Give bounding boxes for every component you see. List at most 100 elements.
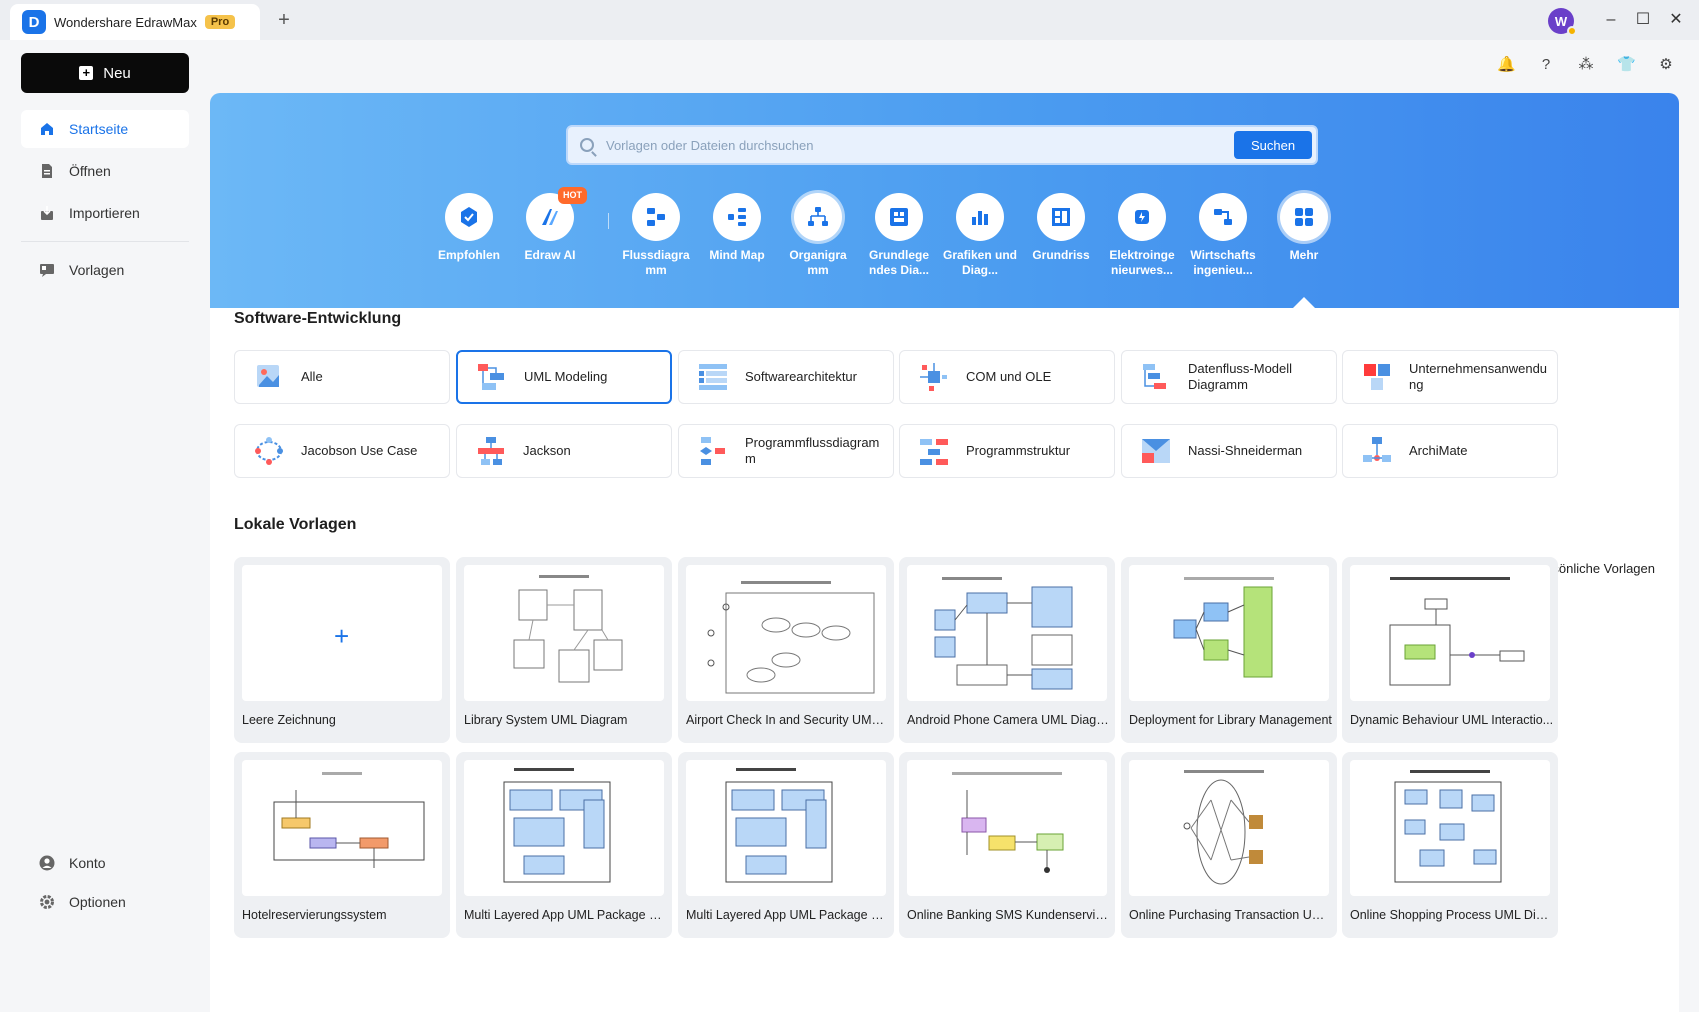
category-elektroingenieurwesen[interactable]: Elektroinge nieurwes... (1102, 193, 1182, 278)
category-wirtschaftsingenieurwesen[interactable]: Wirtschafts ingenieu... (1183, 193, 1263, 278)
template-card[interactable]: Library System UML Diagram (456, 557, 672, 743)
avatar[interactable]: W (1548, 8, 1577, 36)
template-label: Airport Check In and Security UML ... (686, 713, 890, 727)
subcategory-programmflussdiagramm[interactable]: Programmflussdiagram m (678, 424, 894, 478)
archimate-icon (1363, 437, 1391, 462)
subcategory-unternehmensanwendung[interactable]: Unternehmensanwendu ng (1342, 350, 1558, 404)
category-mehr[interactable]: Mehr (1264, 193, 1344, 263)
category-label: Grafiken und Diag... (942, 248, 1017, 277)
subcategory-jacobson-use-case[interactable]: Jacobson Use Case (234, 424, 450, 478)
search-input[interactable] (606, 137, 1234, 153)
subcategory-programmstruktur[interactable]: Programmstruktur (899, 424, 1115, 478)
minimize-button[interactable]: – (1596, 6, 1626, 34)
sidebar-item-optionen[interactable]: Optionen (21, 883, 189, 921)
sidebar-item-oeffnen[interactable]: Öffnen (21, 152, 189, 190)
category-bar: Empfohlen HOT Edraw AI Flussdiagra mm Mi… (210, 187, 1679, 293)
close-button[interactable]: ✕ (1661, 6, 1691, 34)
template-thumbnail (907, 565, 1107, 701)
maximize-button[interactable]: ☐ (1628, 6, 1658, 34)
title-bar: D Wondershare EdrawMax Pro + W – ☐ ✕ (0, 0, 1699, 40)
category-label: Mehr (1289, 248, 1319, 262)
template-card[interactable]: Hotelreservierungssystem (234, 752, 450, 938)
category-mind-map[interactable]: Mind Map (697, 193, 777, 263)
sidebar-item-label: Öffnen (69, 163, 111, 179)
subcategory-alle[interactable]: Alle (234, 350, 450, 404)
template-card[interactable]: Online Banking SMS Kundenservice ... (899, 752, 1115, 938)
app-tab[interactable]: D Wondershare EdrawMax Pro (10, 4, 260, 40)
template-card[interactable]: + Leere Zeichnung (234, 557, 450, 743)
import-icon (41, 206, 53, 220)
category-edraw-ai[interactable]: HOT Edraw AI (510, 187, 590, 263)
sidebar-item-label: Importieren (69, 205, 140, 221)
edrawmax-logo-icon: D (22, 10, 46, 34)
template-thumbnail (464, 760, 664, 896)
template-card[interactable]: Online Purchasing Transaction UML... (1121, 752, 1337, 938)
template-thumbnail (1129, 565, 1329, 701)
subcategory-jackson[interactable]: Jackson (456, 424, 672, 478)
category-grafiken-diagramme[interactable]: Grafiken und Diag... (940, 193, 1020, 278)
category-label: Mind Map (709, 248, 765, 262)
template-card[interactable]: Dynamic Behaviour UML Interactio... (1342, 557, 1558, 743)
template-card[interactable]: Multi Layered App UML Package Di... (456, 752, 672, 938)
template-card[interactable]: Android Phone Camera UML Diagram (899, 557, 1115, 743)
template-label: Android Phone Camera UML Diagram (907, 713, 1111, 727)
dataflow-icon (1143, 364, 1166, 389)
bell-icon[interactable]: 🔔 (1497, 56, 1516, 74)
subcategory-label: Jacobson Use Case (301, 443, 418, 458)
sidebar-item-startseite[interactable]: Startseite (21, 110, 189, 148)
subcategory-softwarearchitektur[interactable]: Softwarearchitektur (678, 350, 894, 404)
gear-icon (40, 895, 54, 909)
template-label: Multi Layered App UML Package Di... (464, 908, 668, 922)
subcategory-label: Nassi-Shneiderman (1188, 443, 1303, 458)
category-separator (608, 213, 609, 229)
template-thumbnail (1129, 760, 1329, 896)
subcategory-label: Softwarearchitektur (745, 369, 857, 384)
charts-icon (972, 211, 988, 225)
sidebar-divider (21, 241, 189, 242)
app-name: Wondershare EdrawMax (54, 14, 197, 30)
hero-banner: Suchen Empfohlen HOT Edraw AI Flussdiagr… (210, 93, 1679, 308)
template-label: Online Purchasing Transaction UML... (1129, 908, 1333, 922)
category-grundlegendes-diagramm[interactable]: Grundlege ndes Dia... (859, 193, 939, 278)
subcategory-label: Datenfluss-Modell Diagramm (1188, 361, 1293, 392)
new-button[interactable]: + Neu (21, 53, 189, 93)
template-thumbnail (1350, 565, 1550, 701)
uml-icon (478, 364, 504, 390)
ai-icon (542, 209, 558, 225)
sidebar-item-konto[interactable]: Konto (21, 844, 189, 882)
subcategory-nassi-shneiderman[interactable]: Nassi-Shneiderman (1121, 424, 1337, 478)
template-card[interactable]: Deployment for Library Management (1121, 557, 1337, 743)
subcategory-uml-modeling[interactable]: UML Modeling (456, 350, 672, 404)
template-thumbnail (907, 760, 1107, 896)
category-organigramm[interactable]: Organigra mm (778, 193, 858, 278)
sidebar-item-vorlagen[interactable]: Vorlagen (21, 251, 189, 289)
settings-icon[interactable]: ⚙ (1657, 56, 1675, 74)
jackson-icon (478, 437, 504, 465)
template-thumbnail (1350, 760, 1550, 896)
search-button[interactable]: Suchen (1234, 131, 1312, 159)
user-icon (39, 855, 55, 871)
subcategory-archimate[interactable]: ArchiMate (1342, 424, 1558, 478)
category-empfohlen[interactable]: Empfohlen (429, 193, 509, 263)
category-label: Flussdiagra mm (622, 248, 690, 277)
category-grundriss[interactable]: Grundriss (1021, 193, 1101, 263)
new-tab-button[interactable]: + (272, 8, 296, 32)
nassi-shneiderman-icon (1142, 439, 1170, 463)
category-flussdiagramm[interactable]: Flussdiagra mm (616, 193, 696, 278)
template-card[interactable]: Airport Check In and Security UML ... (678, 557, 894, 743)
sidebar-item-importieren[interactable]: Importieren (21, 194, 189, 232)
subcategory-label: ArchiMate (1409, 443, 1468, 458)
subcategory-datenfluss-modell[interactable]: Datenfluss-Modell Diagramm (1121, 350, 1337, 404)
subcategory-label: UML Modeling (524, 369, 608, 384)
pro-badge: Pro (204, 15, 236, 29)
template-thumbnail (464, 565, 664, 701)
more-icon (1295, 208, 1313, 226)
template-card[interactable]: Online Shopping Process UML Diag... (1342, 752, 1558, 938)
subcategory-com-und-ole[interactable]: COM und OLE (899, 350, 1115, 404)
template-card[interactable]: Multi Layered App UML Package Di... (678, 752, 894, 938)
apps-icon[interactable]: ⁂ (1577, 56, 1595, 74)
help-icon[interactable]: ? (1537, 56, 1555, 74)
theme-icon[interactable]: 👕 (1617, 56, 1636, 74)
template-thumbnail (686, 760, 886, 896)
industrial-icon (1214, 209, 1232, 225)
